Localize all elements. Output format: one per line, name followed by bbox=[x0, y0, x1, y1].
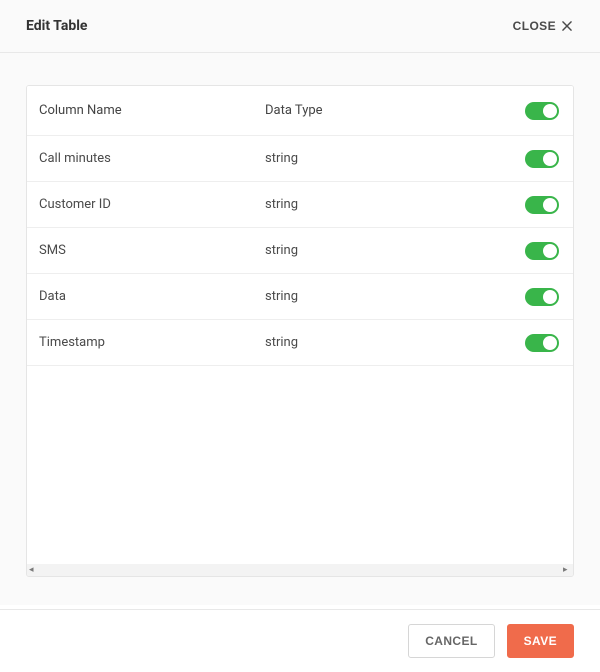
close-button[interactable]: CLOSE bbox=[513, 19, 574, 33]
cancel-button[interactable]: CANCEL bbox=[408, 624, 494, 658]
toggle-knob bbox=[543, 152, 557, 166]
close-button-label: CLOSE bbox=[513, 19, 556, 33]
column-name-cell: Call minutes bbox=[37, 151, 265, 166]
data-type-cell: string bbox=[265, 197, 513, 212]
data-type-cell: string bbox=[265, 335, 513, 350]
table-row: SMS string bbox=[27, 228, 573, 274]
scroll-left-arrow-icon: ◂ bbox=[29, 566, 37, 574]
row-toggle-switch[interactable] bbox=[525, 334, 559, 352]
row-toggle-switch[interactable] bbox=[525, 242, 559, 260]
toggle-knob bbox=[543, 198, 557, 212]
column-name-cell: Timestamp bbox=[37, 335, 265, 350]
row-toggle-switch[interactable] bbox=[525, 288, 559, 306]
column-name-cell: SMS bbox=[37, 243, 265, 258]
row-toggle-switch[interactable] bbox=[525, 150, 559, 168]
table-container: Column Name Data Type Call minutes strin… bbox=[26, 85, 574, 577]
table-header-row: Column Name Data Type bbox=[27, 86, 573, 136]
toggle-knob bbox=[543, 290, 557, 304]
row-toggle-switch[interactable] bbox=[525, 196, 559, 214]
table-row: Timestamp string bbox=[27, 320, 573, 366]
data-type-cell: string bbox=[265, 289, 513, 304]
toggle-knob bbox=[543, 336, 557, 350]
column-name-cell: Customer ID bbox=[37, 197, 265, 212]
dialog-footer: CANCEL SAVE bbox=[0, 609, 600, 672]
table-row: Customer ID string bbox=[27, 182, 573, 228]
scrollbar-track bbox=[37, 566, 563, 574]
column-name-cell: Data bbox=[37, 289, 265, 304]
header-toggle-switch[interactable] bbox=[525, 102, 559, 120]
header-column-name: Column Name bbox=[37, 103, 265, 118]
header-toggle-cell bbox=[513, 102, 563, 120]
toggle-knob bbox=[543, 244, 557, 258]
table-row: Call minutes string bbox=[27, 136, 573, 182]
scroll-right-arrow-icon: ▸ bbox=[563, 566, 571, 574]
save-button[interactable]: SAVE bbox=[507, 624, 574, 658]
horizontal-scrollbar[interactable]: ◂ ▸ bbox=[27, 564, 573, 576]
header-data-type: Data Type bbox=[265, 103, 513, 118]
dialog-title: Edit Table bbox=[26, 18, 87, 34]
dialog-header: Edit Table CLOSE bbox=[0, 0, 600, 53]
data-type-cell: string bbox=[265, 243, 513, 258]
data-type-cell: string bbox=[265, 151, 513, 166]
toggle-knob bbox=[543, 104, 557, 118]
close-icon bbox=[560, 19, 574, 33]
dialog-content: Column Name Data Type Call minutes strin… bbox=[0, 53, 600, 605]
table-row: Data string bbox=[27, 274, 573, 320]
